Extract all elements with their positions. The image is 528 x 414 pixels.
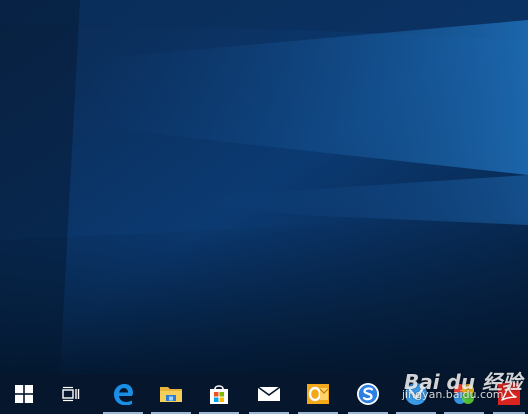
taskbar-app-acrobat[interactable] <box>490 374 528 414</box>
start-button[interactable] <box>1 374 47 414</box>
mail-icon <box>257 386 281 401</box>
taskbar-app-sogou-browser[interactable] <box>345 374 391 414</box>
taskbar-app-store[interactable] <box>196 374 242 414</box>
taskbar-app-mail[interactable] <box>246 374 292 414</box>
task-view-button[interactable] <box>48 374 94 414</box>
taskbar-app-file-explorer[interactable] <box>148 374 194 414</box>
taskbar <box>0 374 528 414</box>
desktop-screen: Bai du 经验 jingyan.baidu.com <box>0 0 528 414</box>
app-icon-colorful <box>454 384 474 404</box>
app-icon-blue <box>405 383 427 405</box>
file-explorer-icon <box>160 387 182 402</box>
windows-start-icon <box>15 385 33 403</box>
taskbar-app-blue[interactable] <box>393 374 439 414</box>
sogou-browser-icon <box>357 383 379 405</box>
taskbar-app-edge[interactable] <box>100 374 146 414</box>
store-icon <box>210 385 228 404</box>
edge-icon <box>114 384 133 405</box>
task-view-icon <box>62 386 80 402</box>
desktop-wallpaper <box>0 0 528 374</box>
taskbar-app-colorful[interactable] <box>441 374 487 414</box>
acrobat-icon <box>498 383 520 405</box>
outlook-icon <box>307 384 329 404</box>
taskbar-app-outlook[interactable] <box>295 374 341 414</box>
